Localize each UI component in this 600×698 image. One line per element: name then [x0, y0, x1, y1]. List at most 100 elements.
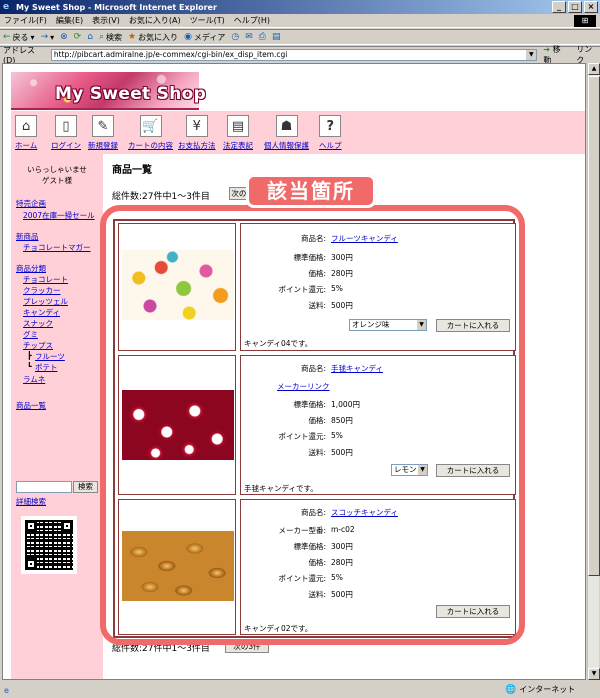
mail-button[interactable]: ✉	[245, 32, 253, 42]
sidebar-special-sale[interactable]: 2007在庫一掃セール	[23, 210, 95, 221]
cart-icon: 🛒	[139, 115, 162, 137]
nav-help-label[interactable]: ヘルプ	[319, 140, 342, 151]
product-name-link[interactable]: 手毬キャンディ	[331, 363, 383, 374]
qr-pattern	[25, 520, 73, 570]
add-to-cart-button[interactable]: カートに入れる	[436, 605, 510, 618]
nav-privacy[interactable]: ☗ 個人情報保護	[264, 115, 309, 151]
product-image[interactable]	[122, 250, 234, 320]
sidebar-search-input[interactable]	[16, 481, 72, 493]
maker-link[interactable]: メーカーリンク	[277, 381, 330, 392]
sidebar-category-gummy[interactable]: グミ	[23, 329, 38, 340]
product-image-cell	[118, 355, 236, 495]
nav-privacy-label[interactable]: 個人情報保護	[264, 140, 309, 151]
flavor-select[interactable]: オレンジ味 ▼	[349, 319, 427, 331]
back-button[interactable]: ← 戻る ▾	[3, 32, 35, 43]
qr-code	[21, 516, 77, 574]
list-price-label: 標準価格:	[293, 542, 326, 551]
address-input[interactable]: http://pibcart.admiralne.jp/e-commex/cgi…	[50, 48, 538, 61]
stop-button[interactable]: ⊗	[60, 32, 68, 42]
sidebar-new-items[interactable]: 新商品	[16, 231, 39, 242]
ie-icon: e	[3, 2, 10, 12]
stop-icon: ⊗	[60, 32, 68, 42]
sidebar-category-chips[interactable]: チップス	[23, 340, 53, 351]
favorites-button[interactable]: ★ お気に入り	[128, 32, 178, 43]
menu-view[interactable]: 表示(V)	[92, 15, 120, 26]
sidebar-category-ramune[interactable]: ラムネ	[23, 374, 45, 385]
refresh-button[interactable]: ⟳	[74, 32, 82, 42]
sidebar-category-pretzel[interactable]: プレッツェル	[23, 296, 68, 307]
menu-help[interactable]: ヘルプ(H)	[234, 15, 270, 26]
nav-payment[interactable]: ¥ お支払方法	[178, 115, 216, 151]
nav-register[interactable]: ✎ 新規登録	[88, 115, 118, 151]
sidebar-product-list[interactable]: 商品一覧	[16, 400, 46, 411]
nav-cart[interactable]: 🛒 カートの内容	[128, 115, 173, 151]
sidebar-chips-fruit[interactable]: フルーツ	[35, 351, 65, 362]
search-button[interactable]: ⌕ 検索	[99, 32, 122, 43]
print-button[interactable]: ⎙	[259, 32, 266, 42]
nav-login[interactable]: ▯ ログイン	[51, 115, 81, 151]
product-description: 手毬キャンディです。	[244, 484, 318, 493]
sidebar-category-candy[interactable]: キャンディ	[23, 307, 60, 318]
product-name-link[interactable]: フルーツキャンディ	[331, 233, 398, 244]
scroll-thumb[interactable]	[588, 76, 600, 576]
pen-icon: ✎	[92, 115, 114, 137]
nav-help[interactable]: ? ヘルプ	[319, 115, 342, 151]
sidebar-category[interactable]: 商品分類	[16, 263, 46, 274]
media-button[interactable]: ◉ メディア	[184, 32, 225, 43]
nav-legal-label[interactable]: 法定表記	[223, 140, 253, 151]
close-button[interactable]: ×	[584, 1, 598, 13]
product-description: キャンディ02です。	[244, 624, 313, 633]
go-arrow-icon: ➔	[543, 44, 551, 54]
tree-branch: ┣	[27, 351, 32, 360]
history-button[interactable]: ◷	[231, 32, 239, 42]
sidebar-special[interactable]: 特売企画	[16, 198, 46, 209]
nav-cart-label[interactable]: カートの内容	[128, 140, 173, 151]
sidebar-chips-potato[interactable]: ポテト	[35, 362, 58, 373]
sidebar-category-snack[interactable]: スナック	[23, 318, 53, 329]
chevron-down-icon[interactable]: ▼	[526, 49, 537, 60]
product-name-link[interactable]: スコッチキャンディ	[331, 507, 398, 518]
menu-edit[interactable]: 編集(E)	[56, 15, 83, 26]
sidebar-category-cracker[interactable]: クラッカー	[23, 285, 61, 296]
sidebar-advanced-search[interactable]: 詳細検索	[16, 496, 46, 507]
price-value: 850円	[331, 416, 353, 425]
shop-logo[interactable]: My Sweet Shop	[11, 72, 206, 110]
menu-tools[interactable]: ツール(T)	[190, 15, 225, 26]
product-info-cell: 商品名: スコッチキャンディ メーカー型番: m-c02 標準価格: 300円 …	[240, 499, 516, 635]
next-page-button-bottom[interactable]: 次の3件	[225, 640, 269, 653]
product-image[interactable]	[122, 390, 234, 460]
sidebar-search-button[interactable]: 検索	[73, 481, 98, 493]
nav-legal[interactable]: ▤ 法定表記	[223, 115, 253, 151]
page-icon: e	[4, 685, 9, 695]
minimize-button[interactable]: _	[552, 1, 566, 13]
result-count-top: 総件数:27件中1～3件目	[112, 192, 210, 202]
nav-payment-label[interactable]: お支払方法	[178, 140, 216, 151]
print-icon: ⎙	[258, 32, 266, 42]
flavor-select[interactable]: レモン ▼	[391, 464, 428, 476]
address-url: http://pibcart.admiralne.jp/e-commex/cgi…	[53, 49, 288, 59]
sidebar-new-item-sub[interactable]: チョコレートマガー	[23, 242, 91, 253]
menu-favorites[interactable]: お気に入り(A)	[129, 15, 181, 26]
nav-register-label[interactable]: 新規登録	[88, 140, 118, 151]
edit-button[interactable]: ▤	[272, 32, 281, 42]
product-image[interactable]	[122, 531, 234, 601]
add-to-cart-button[interactable]: カートに入れる	[436, 319, 510, 332]
price-label: 価格:	[308, 558, 326, 567]
scroll-up-icon[interactable]: ▲	[588, 63, 600, 75]
mail-icon: ✉	[245, 32, 253, 42]
forward-button[interactable]: → ▾	[41, 32, 55, 42]
home-button[interactable]: ⌂	[87, 32, 93, 42]
maker-no-label: メーカー型番:	[278, 526, 326, 535]
price-label: 価格:	[308, 416, 326, 425]
nav-home-label[interactable]: ホーム	[15, 140, 37, 151]
maximize-button[interactable]: □	[568, 1, 582, 13]
nav-home[interactable]: ⌂ ホーム	[15, 115, 37, 151]
nav-login-label[interactable]: ログイン	[51, 140, 81, 151]
add-to-cart-button[interactable]: カートに入れる	[436, 464, 510, 477]
status-bar: e 🌐 インターネット	[0, 682, 600, 698]
menu-file[interactable]: ファイル(F)	[4, 15, 47, 26]
chevron-down-icon: ▾	[30, 32, 35, 42]
sidebar-category-chocolate[interactable]: チョコレート	[23, 274, 68, 285]
vertical-scrollbar[interactable]: ▲ ▼	[587, 63, 600, 680]
scroll-down-icon[interactable]: ▼	[588, 668, 600, 680]
